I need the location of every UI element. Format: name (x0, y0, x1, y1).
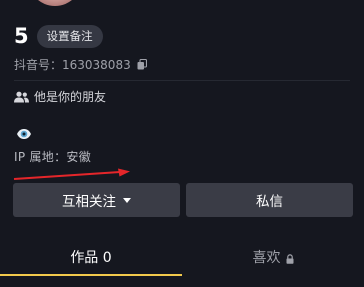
set-remark-button[interactable]: 设置备注 (36, 24, 103, 48)
friend-text: 他是你的朋友 (34, 90, 107, 104)
divider (14, 80, 350, 81)
douyin-id-row: 抖音号：163038083 (14, 56, 147, 73)
tab-works[interactable]: 作品 0 (0, 240, 182, 274)
profile-name: 5 (14, 24, 29, 48)
caret-down-icon (123, 197, 131, 203)
avatar[interactable] (28, 0, 82, 6)
ip-location: IP 属地：安徽 (14, 150, 91, 164)
tab-likes-label: 喜欢 (252, 250, 281, 266)
friend-row: 他是你的朋友 (14, 88, 106, 105)
mutual-follow-button[interactable]: 互相关注 (13, 183, 180, 217)
friends-icon (14, 91, 29, 103)
active-tab-indicator (0, 274, 182, 276)
message-label: 私信 (256, 194, 283, 210)
name-row: 5 设置备注 (14, 24, 103, 48)
annotation-arrow (13, 168, 130, 180)
tab-likes[interactable]: 喜欢 (182, 240, 364, 274)
copy-icon[interactable] (137, 59, 147, 70)
eye-icon (16, 125, 32, 139)
mutual-follow-label: 互相关注 (62, 194, 116, 210)
message-button[interactable]: 私信 (186, 183, 353, 217)
tab-works-label: 作品 0 (70, 250, 112, 266)
profile-tabs: 作品 0 喜欢 (0, 240, 364, 276)
douyin-id-text: 抖音号：163038083 (14, 58, 131, 72)
lock-icon (286, 252, 294, 264)
